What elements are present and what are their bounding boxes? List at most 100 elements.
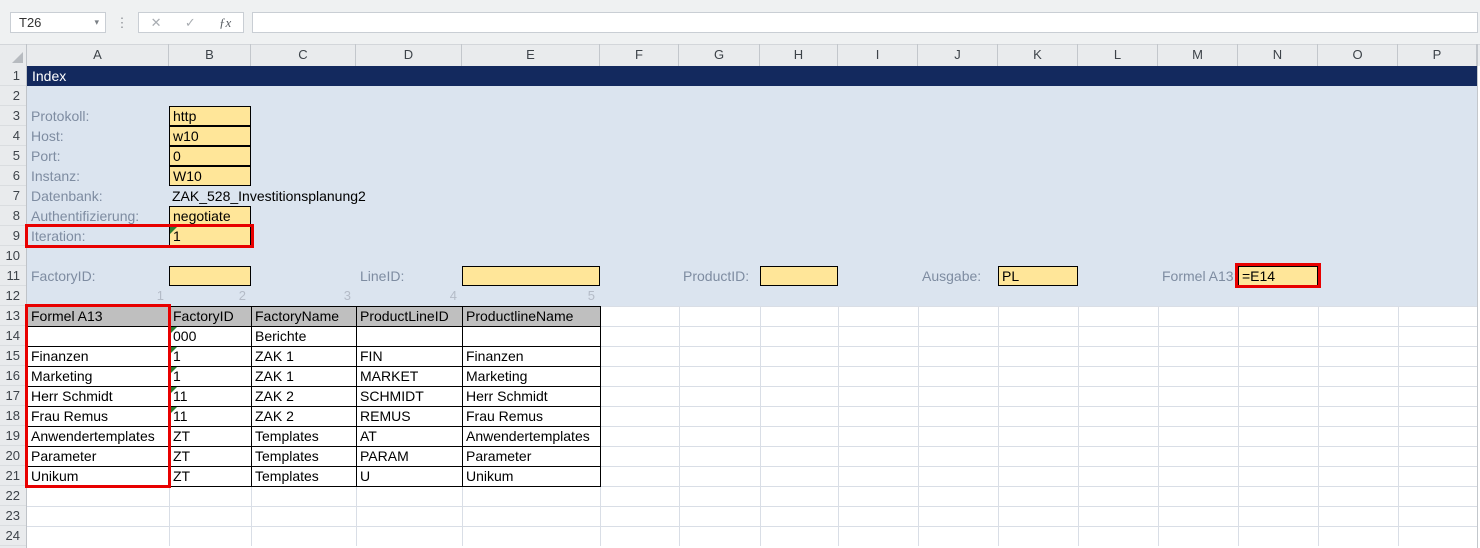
formula-bar-input[interactable] bbox=[252, 12, 1478, 33]
table-cell[interactable]: Marketing bbox=[28, 367, 170, 387]
table-header-cell[interactable]: FactoryName bbox=[252, 307, 357, 327]
label-datenbank[interactable]: Datenbank: bbox=[31, 186, 103, 206]
table-cell[interactable]: Templates bbox=[252, 427, 357, 447]
input-host[interactable]: w10 bbox=[169, 126, 251, 146]
label-formel-a13[interactable]: Formel A13: bbox=[1162, 266, 1237, 286]
column-header[interactable]: L bbox=[1078, 44, 1158, 66]
name-box-value[interactable]: T26 bbox=[11, 15, 94, 30]
name-box-dropdown-icon[interactable]: ▾ bbox=[94, 17, 105, 28]
table-cell[interactable]: 11 bbox=[170, 387, 252, 407]
label-authentifizierung[interactable]: Authentifizierung: bbox=[31, 206, 139, 226]
input-ausgabe[interactable]: PL bbox=[998, 266, 1078, 286]
table-cell[interactable]: Parameter bbox=[28, 447, 170, 467]
title-cell-index[interactable]: Index bbox=[27, 66, 1477, 86]
column-header[interactable]: P bbox=[1398, 44, 1477, 66]
table-cell[interactable]: Berichte bbox=[252, 327, 357, 347]
table-cell[interactable]: Frau Remus bbox=[28, 407, 170, 427]
row-header[interactable]: 15 bbox=[0, 346, 26, 366]
column-header[interactable]: O bbox=[1318, 44, 1398, 66]
table-cell[interactable]: ZT bbox=[170, 427, 252, 447]
row-header[interactable]: 23 bbox=[0, 506, 26, 526]
table-cell[interactable]: U bbox=[357, 467, 463, 487]
column-header[interactable]: A bbox=[27, 44, 169, 66]
table-cell[interactable]: SCHMIDT bbox=[357, 387, 463, 407]
column-header[interactable]: E bbox=[462, 44, 600, 66]
table-cell[interactable]: 1 bbox=[170, 347, 252, 367]
row-header[interactable]: 8 bbox=[0, 206, 26, 226]
confirm-icon[interactable]: ✓ bbox=[185, 15, 196, 31]
table-cell[interactable] bbox=[463, 327, 601, 347]
row-header[interactable]: 2 bbox=[0, 86, 26, 106]
name-box[interactable]: T26 ▾ bbox=[10, 12, 106, 33]
row-header[interactable]: 19 bbox=[0, 426, 26, 446]
table-header-cell[interactable]: Formel A13 bbox=[28, 307, 170, 327]
table-cell[interactable]: Unikum bbox=[463, 467, 601, 487]
row-header[interactable]: 18 bbox=[0, 406, 26, 426]
table-header-cell[interactable]: FactoryID bbox=[170, 307, 252, 327]
input-iteration[interactable]: 1 bbox=[169, 226, 251, 246]
row-header[interactable]: 14 bbox=[0, 326, 26, 346]
input-factoryid[interactable] bbox=[169, 266, 251, 286]
row-header[interactable]: 9 bbox=[0, 226, 26, 246]
row-header[interactable]: 3 bbox=[0, 106, 26, 126]
cancel-icon[interactable]: ✕ bbox=[151, 15, 162, 31]
table-cell[interactable]: Finanzen bbox=[28, 347, 170, 367]
input-protokoll[interactable]: http bbox=[169, 106, 251, 126]
label-port[interactable]: Port: bbox=[31, 146, 61, 166]
table-cell[interactable] bbox=[357, 327, 463, 347]
row-header[interactable]: 6 bbox=[0, 166, 26, 186]
label-ausgabe[interactable]: Ausgabe: bbox=[922, 266, 981, 286]
table-cell[interactable]: AT bbox=[357, 427, 463, 447]
label-factoryid[interactable]: FactoryID: bbox=[31, 266, 96, 286]
row-header[interactable]: 16 bbox=[0, 366, 26, 386]
input-port[interactable]: 0 bbox=[169, 146, 251, 166]
column-header[interactable]: B bbox=[169, 44, 251, 66]
label-instanz[interactable]: Instanz: bbox=[31, 166, 80, 186]
table-cell[interactable]: ZT bbox=[170, 447, 252, 467]
row-header[interactable]: 22 bbox=[0, 486, 26, 506]
input-productid[interactable] bbox=[760, 266, 838, 286]
row-header[interactable]: 21 bbox=[0, 466, 26, 486]
row-header[interactable]: 7 bbox=[0, 186, 26, 206]
row-header[interactable]: 20 bbox=[0, 446, 26, 466]
row-header[interactable]: 4 bbox=[0, 126, 26, 146]
table-cell[interactable]: Herr Schmidt bbox=[28, 387, 170, 407]
table-header-cell[interactable]: ProductlineName bbox=[463, 307, 601, 327]
column-header[interactable]: C bbox=[251, 44, 356, 66]
column-header[interactable]: H bbox=[760, 44, 838, 66]
table-cell[interactable]: ZAK 1 bbox=[252, 347, 357, 367]
table-cell[interactable]: 11 bbox=[170, 407, 252, 427]
table-cell[interactable]: ZT bbox=[170, 467, 252, 487]
row-header[interactable]: 1 bbox=[0, 66, 26, 86]
label-productid[interactable]: ProductID: bbox=[683, 266, 749, 286]
table-cell[interactable]: ZAK 1 bbox=[252, 367, 357, 387]
row-header[interactable]: 5 bbox=[0, 146, 26, 166]
row-header[interactable]: 24 bbox=[0, 526, 26, 546]
label-protokoll[interactable]: Protokoll: bbox=[31, 106, 89, 126]
row-header[interactable]: 13 bbox=[0, 306, 26, 326]
input-formel-a13[interactable]: =E14 bbox=[1238, 266, 1318, 286]
column-header[interactable]: I bbox=[838, 44, 918, 66]
row-header[interactable]: 10 bbox=[0, 246, 26, 266]
table-cell[interactable]: Herr Schmidt bbox=[463, 387, 601, 407]
column-header[interactable]: F bbox=[600, 44, 679, 66]
table-cell[interactable]: Templates bbox=[252, 467, 357, 487]
table-cell[interactable]: Finanzen bbox=[463, 347, 601, 367]
row-header[interactable]: 11 bbox=[0, 266, 26, 286]
table-cell[interactable]: MARKET bbox=[357, 367, 463, 387]
input-authentifizierung[interactable]: negotiate bbox=[169, 206, 251, 226]
input-lineid[interactable] bbox=[462, 266, 600, 286]
table-cell[interactable]: Marketing bbox=[463, 367, 601, 387]
input-instanz[interactable]: W10 bbox=[169, 166, 251, 186]
table-cell[interactable]: Frau Remus bbox=[463, 407, 601, 427]
table-cell[interactable]: 000 bbox=[170, 327, 252, 347]
table-header-cell[interactable]: ProductLineID bbox=[357, 307, 463, 327]
table-cell[interactable]: 1 bbox=[170, 367, 252, 387]
table-cell[interactable]: ZAK 2 bbox=[252, 407, 357, 427]
row-header[interactable]: 17 bbox=[0, 386, 26, 406]
column-header[interactable]: K bbox=[998, 44, 1078, 66]
label-iteration[interactable]: Iteration: bbox=[31, 226, 85, 246]
column-header[interactable]: J bbox=[918, 44, 998, 66]
table-cell[interactable]: FIN bbox=[357, 347, 463, 367]
table-cell[interactable]: REMUS bbox=[357, 407, 463, 427]
